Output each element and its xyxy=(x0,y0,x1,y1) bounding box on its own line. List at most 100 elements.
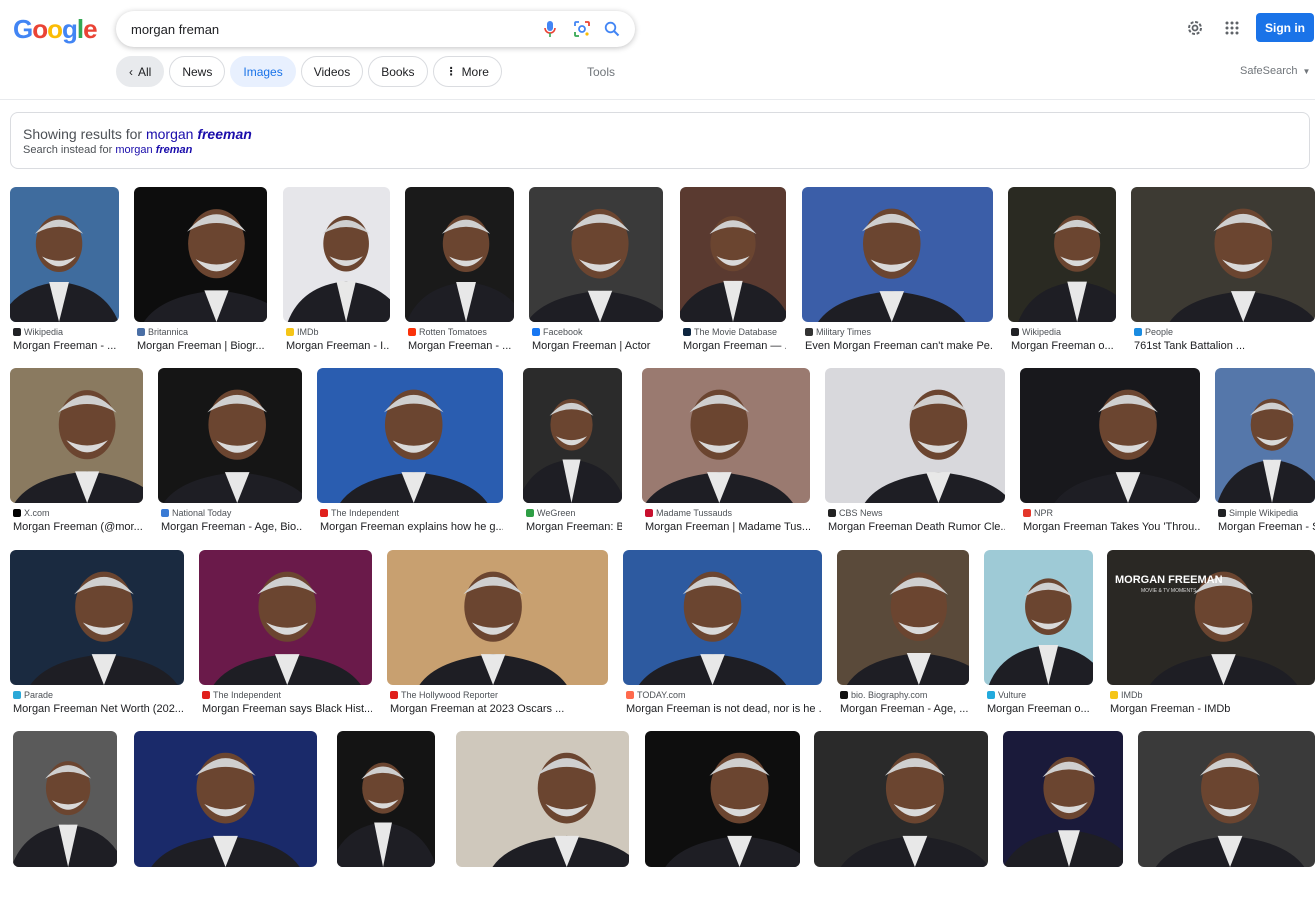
result-caption[interactable]: Morgan Freeman - Age, Bio... xyxy=(161,521,302,533)
result-caption[interactable]: Morgan Freeman - IMDb xyxy=(1110,703,1315,715)
image-result-tile[interactable] xyxy=(456,731,629,907)
result-caption[interactable]: Morgan Freeman - ... xyxy=(13,340,119,352)
chip-more[interactable]: ⋮ More xyxy=(432,56,502,87)
result-source[interactable]: The Hollywood Reporter xyxy=(390,690,608,700)
safesearch-menu[interactable]: SafeSearch ▼ xyxy=(1240,65,1310,77)
image-result-tile[interactable]: CBS News Morgan Freeman Death Rumor Cle..… xyxy=(825,368,1005,543)
image-thumbnail[interactable] xyxy=(802,187,993,322)
image-thumbnail[interactable] xyxy=(1008,187,1116,322)
result-source[interactable]: Wikipedia xyxy=(1011,327,1116,337)
result-caption[interactable]: Morgan Freeman | Madame Tus... xyxy=(645,521,810,533)
image-thumbnail[interactable] xyxy=(337,731,435,867)
image-thumbnail[interactable] xyxy=(1131,187,1315,322)
image-result-tile[interactable]: Vulture Morgan Freeman o... xyxy=(984,550,1093,725)
result-caption[interactable]: Morgan Freeman - ... xyxy=(408,340,514,352)
image-thumbnail[interactable] xyxy=(1003,731,1123,867)
result-caption[interactable]: Morgan Freeman | Biogr... xyxy=(137,340,267,352)
result-caption[interactable]: Morgan Freeman says Black Hist... xyxy=(202,703,372,715)
image-thumbnail[interactable] xyxy=(13,731,117,867)
image-result-tile[interactable]: National Today Morgan Freeman - Age, Bio.… xyxy=(158,368,302,543)
result-caption[interactable]: Morgan Freeman Takes You 'Throu... xyxy=(1023,521,1200,533)
image-result-tile[interactable]: The Independent Morgan Freeman explains h… xyxy=(317,368,503,543)
image-result-tile[interactable]: The Independent Morgan Freeman says Black… xyxy=(199,550,372,725)
result-source[interactable]: Facebook xyxy=(532,327,663,337)
image-result-tile[interactable]: IMDb Morgan Freeman - I... xyxy=(283,187,390,362)
image-thumbnail[interactable] xyxy=(10,550,184,685)
image-result-tile[interactable] xyxy=(645,731,800,907)
result-source[interactable]: The Independent xyxy=(320,508,503,518)
result-source[interactable]: Simple Wikipedia xyxy=(1218,508,1315,518)
image-thumbnail[interactable] xyxy=(199,550,372,685)
result-source[interactable]: Wikipedia xyxy=(13,327,119,337)
image-result-tile[interactable]: The Movie Database Morgan Freeman — ... xyxy=(680,187,786,362)
result-source[interactable]: Military Times xyxy=(805,327,993,337)
image-thumbnail[interactable] xyxy=(134,731,317,867)
image-result-tile[interactable]: People 761st Tank Battalion ... xyxy=(1131,187,1315,362)
image-result-tile[interactable]: Military Times Even Morgan Freeman can't … xyxy=(802,187,993,362)
result-source[interactable]: The Independent xyxy=(202,690,372,700)
result-caption[interactable]: Morgan Freeman - Age, ... xyxy=(840,703,969,715)
result-caption[interactable]: 761st Tank Battalion ... xyxy=(1134,340,1315,352)
settings-gear-icon[interactable] xyxy=(1184,17,1206,39)
image-thumbnail[interactable] xyxy=(317,368,503,503)
image-thumbnail[interactable] xyxy=(1215,368,1315,503)
result-caption[interactable]: Morgan Freeman - S xyxy=(1218,521,1315,533)
image-thumbnail[interactable] xyxy=(984,550,1093,685)
image-result-tile[interactable] xyxy=(13,731,117,907)
image-thumbnail[interactable] xyxy=(10,368,143,503)
image-thumbnail[interactable] xyxy=(680,187,786,322)
image-result-tile[interactable]: Facebook Morgan Freeman | Actor xyxy=(529,187,663,362)
result-caption[interactable]: Morgan Freeman explains how he g... xyxy=(320,521,503,533)
image-result-tile[interactable]: Simple Wikipedia Morgan Freeman - S xyxy=(1215,368,1315,543)
image-thumbnail[interactable] xyxy=(837,550,969,685)
microphone-icon[interactable] xyxy=(540,19,560,39)
image-result-tile[interactable] xyxy=(814,731,988,907)
image-result-tile[interactable]: NPR Morgan Freeman Takes You 'Throu... xyxy=(1020,368,1200,543)
result-caption[interactable]: Morgan Freeman — ... xyxy=(683,340,786,352)
tools-button[interactable]: Tools xyxy=(587,65,615,79)
image-thumbnail[interactable] xyxy=(456,731,629,867)
chip-images[interactable]: Images xyxy=(230,56,296,87)
apps-grid-icon[interactable] xyxy=(1221,17,1243,39)
image-thumbnail[interactable] xyxy=(642,368,810,503)
image-thumbnail[interactable] xyxy=(283,187,390,322)
sign-in-button[interactable]: Sign in xyxy=(1256,13,1314,42)
image-thumbnail[interactable] xyxy=(1020,368,1200,503)
result-source[interactable]: National Today xyxy=(161,508,302,518)
result-source[interactable]: Britannica xyxy=(137,327,267,337)
result-source[interactable]: CBS News xyxy=(828,508,1005,518)
chip-videos[interactable]: Videos xyxy=(300,56,364,87)
result-caption[interactable]: Morgan Freeman o... xyxy=(1011,340,1116,352)
result-caption[interactable]: Morgan Freeman (@mor... xyxy=(13,521,143,533)
result-caption[interactable]: Even Morgan Freeman can't make Pe... xyxy=(805,340,993,352)
image-thumbnail[interactable] xyxy=(529,187,663,322)
image-result-tile[interactable]: The Hollywood Reporter Morgan Freeman at … xyxy=(387,550,608,725)
image-thumbnail[interactable] xyxy=(1138,731,1315,867)
image-thumbnail[interactable] xyxy=(623,550,822,685)
image-result-tile[interactable]: Rotten Tomatoes Morgan Freeman - ... xyxy=(405,187,514,362)
result-source[interactable]: IMDb xyxy=(286,327,390,337)
image-thumbnail[interactable] xyxy=(158,368,302,503)
result-source[interactable]: Parade xyxy=(13,690,184,700)
image-thumbnail[interactable] xyxy=(405,187,514,322)
result-source[interactable]: TODAY.com xyxy=(626,690,822,700)
image-thumbnail[interactable] xyxy=(387,550,608,685)
image-result-tile[interactable]: Parade Morgan Freeman Net Worth (202... xyxy=(10,550,184,725)
image-result-tile[interactable]: Madame Tussauds Morgan Freeman | Madame T… xyxy=(642,368,810,543)
result-source[interactable]: People xyxy=(1134,327,1315,337)
search-icon[interactable] xyxy=(602,19,622,39)
image-result-tile[interactable]: X.com Morgan Freeman (@mor... xyxy=(10,368,143,543)
image-thumbnail[interactable] xyxy=(814,731,988,867)
result-source[interactable]: Madame Tussauds xyxy=(645,508,810,518)
result-caption[interactable]: Morgan Freeman Net Worth (202... xyxy=(13,703,184,715)
image-thumbnail[interactable] xyxy=(134,187,267,322)
image-thumbnail[interactable]: MORGAN FREEMAN MOVIE & TV MOMENTS xyxy=(1107,550,1315,685)
image-result-tile[interactable]: bio. Biography.com Morgan Freeman - Age, … xyxy=(837,550,969,725)
result-source[interactable]: Rotten Tomatoes xyxy=(408,327,514,337)
result-caption[interactable]: Morgan Freeman Death Rumor Cle... xyxy=(828,521,1005,533)
chip-books[interactable]: Books xyxy=(368,56,428,87)
google-logo[interactable]: Google xyxy=(13,14,98,45)
image-thumbnail[interactable] xyxy=(645,731,800,867)
result-caption[interactable]: Morgan Freeman - I... xyxy=(286,340,390,352)
image-result-tile[interactable]: WeGreen Morgan Freeman: B... xyxy=(523,368,622,543)
